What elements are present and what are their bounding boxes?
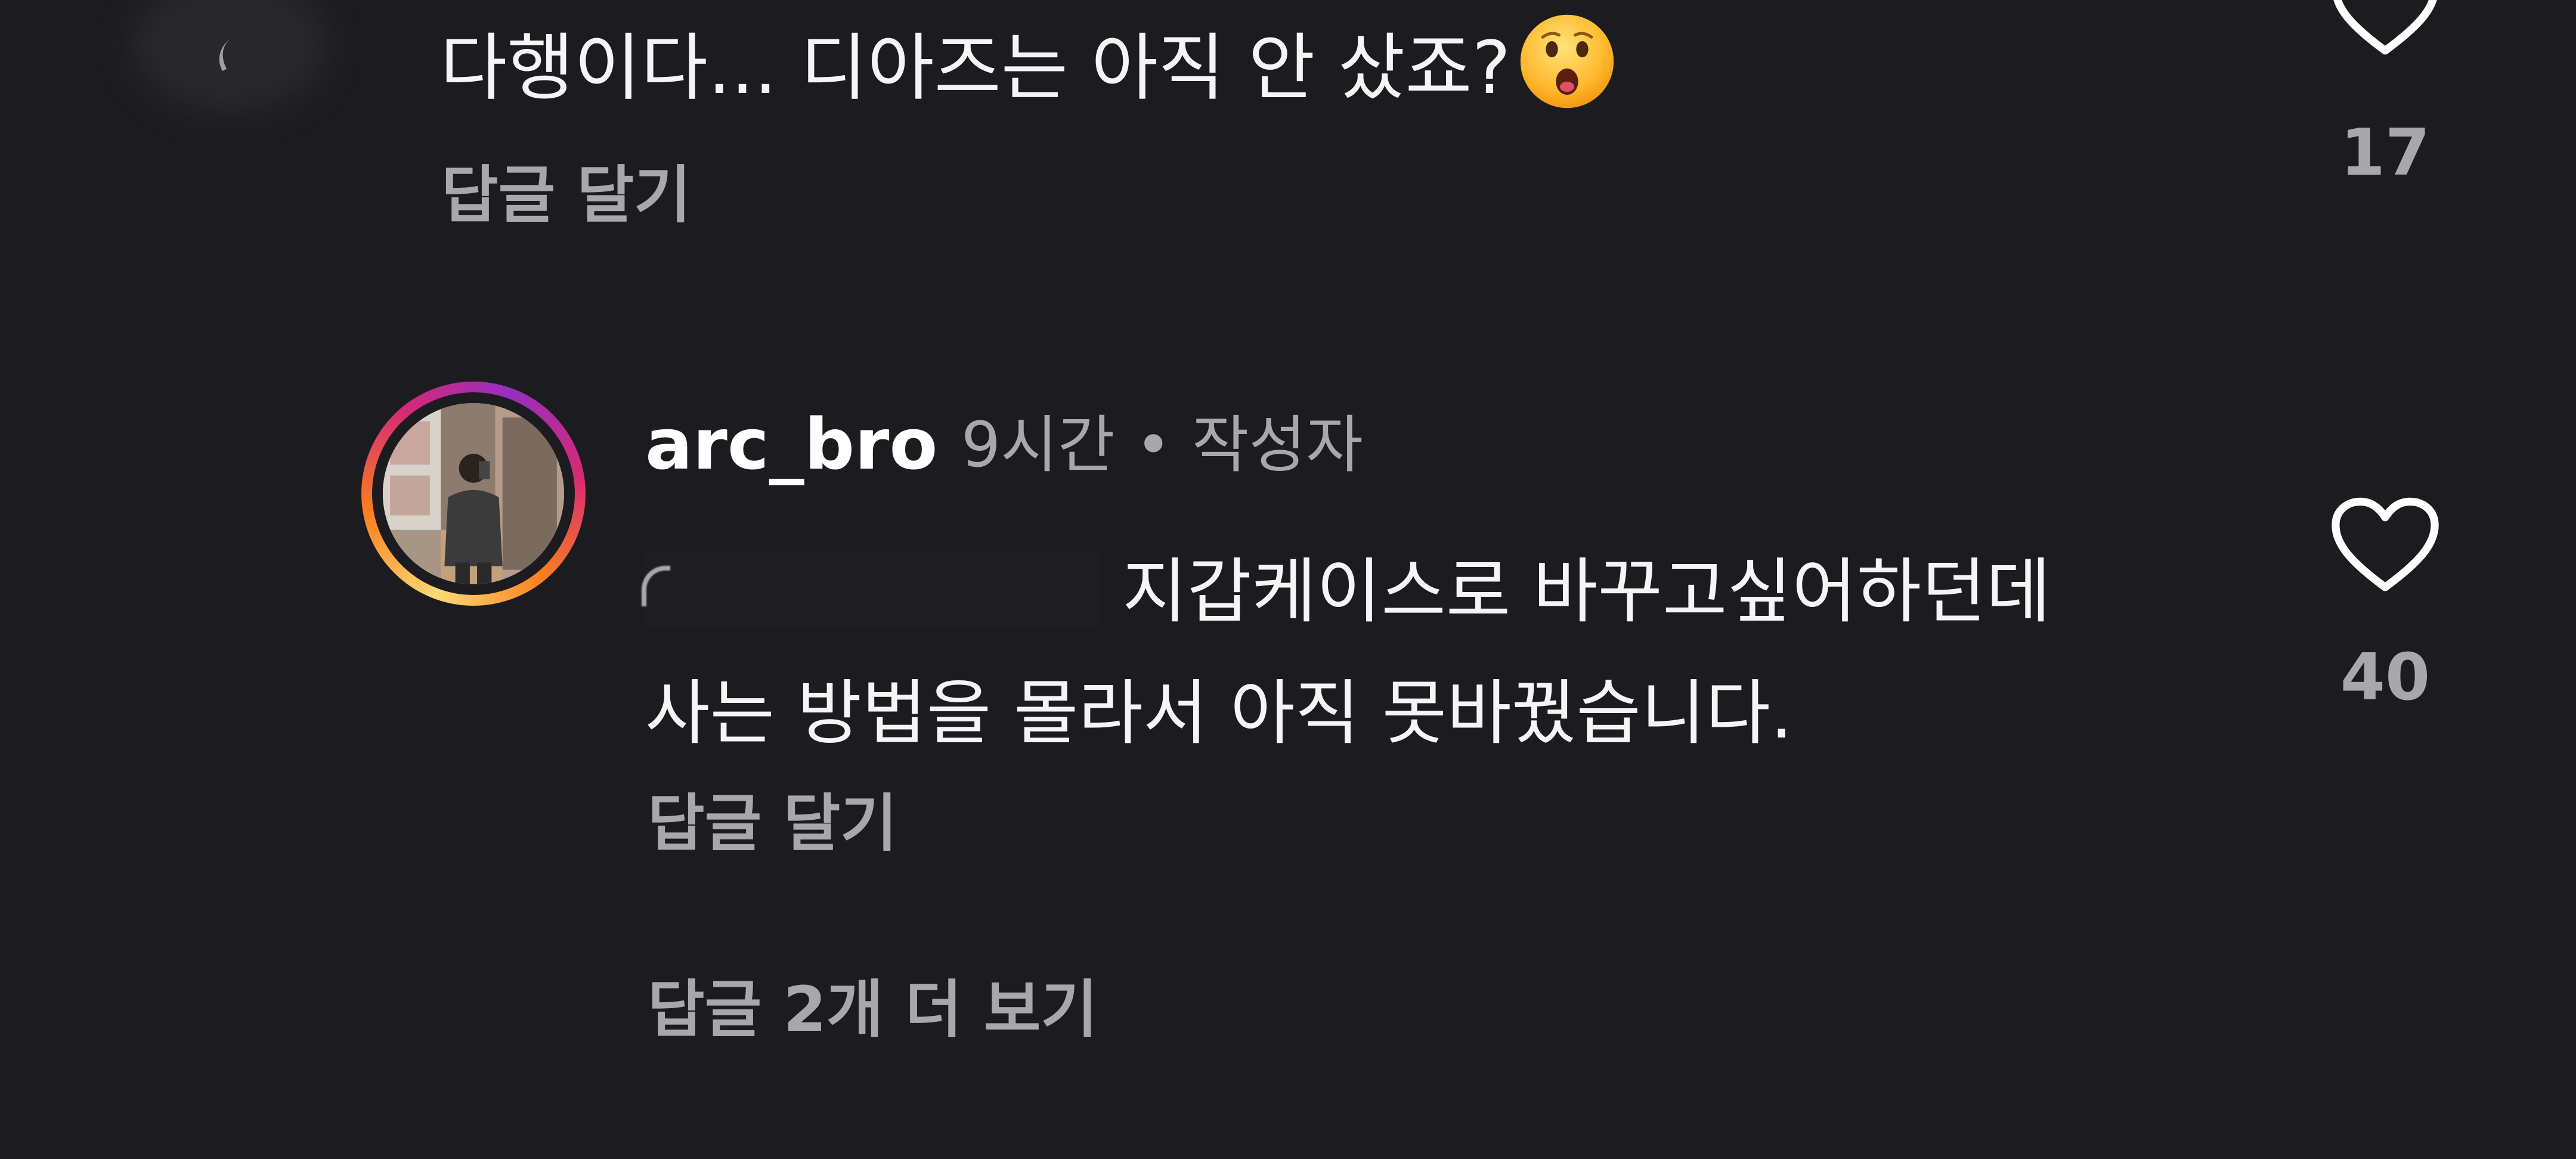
reply-button[interactable]: 답글 달기 (441, 156, 691, 234)
username[interactable]: arc_bro (645, 399, 938, 489)
like-count: 40 (2340, 640, 2431, 715)
author-badge: 작성자 (1191, 408, 1363, 481)
comment-1-text: 다행이다... 디아즈는 아직 안 샀죠? (440, 26, 1511, 110)
comment-2: 지갑케이스로 바꾸고싶어하던데 사는 방법을 몰라서 아직 못바꿨습니다. (645, 531, 2255, 774)
timestamp: 9시간 (961, 408, 1115, 481)
reply-button[interactable]: 답글 달기 (648, 785, 897, 862)
view-more-replies-button[interactable]: 답글 2개 더 보기 (648, 971, 1098, 1048)
heart-outline-icon[interactable] (2329, 0, 2442, 60)
comment-2-line-1: 지갑케이스로 바꾸고싶어하던데 (645, 531, 2255, 652)
redacted-mention (645, 551, 1098, 627)
avatar[interactable] (383, 403, 564, 584)
comment-2-text-1: 지갑케이스로 바꾸고싶어하던데 (1122, 550, 2051, 633)
comment-1: 다행이다... 디아즈는 아직 안 샀죠? (440, 11, 1618, 122)
comment-2-text-2: 사는 방법을 몰라서 아직 못바꿨습니다. (645, 672, 1793, 754)
separator-dot: • (1135, 408, 1172, 481)
like-count: 17 (2340, 116, 2431, 190)
hushed-face-emoji (1516, 11, 1618, 112)
heart-outline-icon[interactable] (2329, 495, 2442, 596)
comment-meta: 9시간 • 작성자 (961, 403, 1363, 486)
